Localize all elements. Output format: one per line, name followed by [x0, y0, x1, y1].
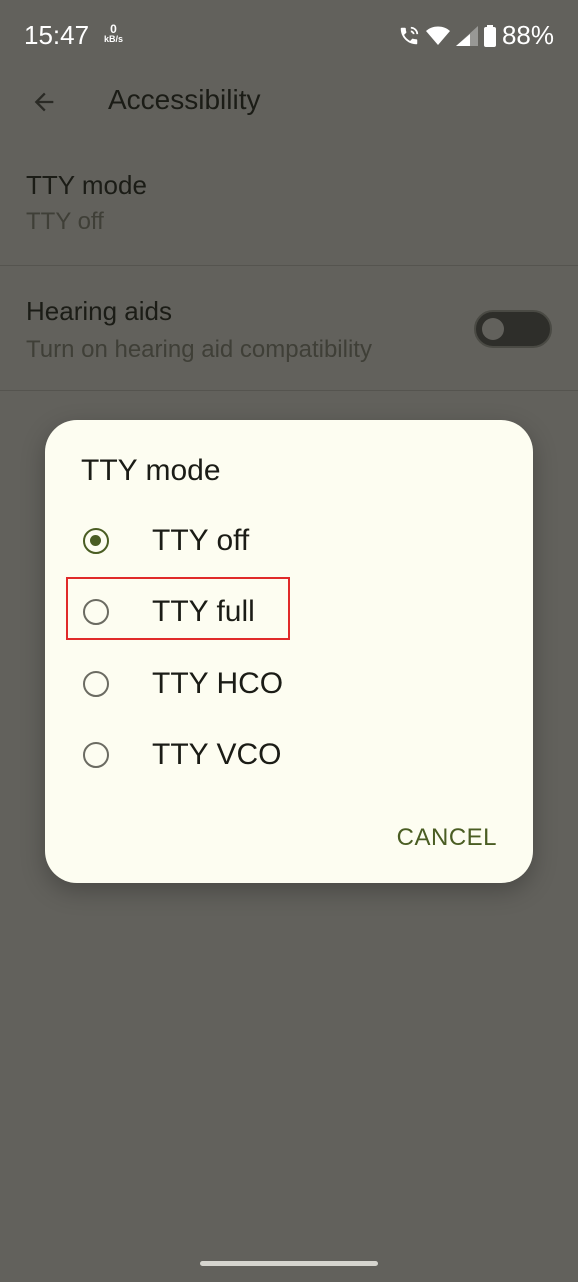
- radio-button-checked[interactable]: [83, 528, 109, 554]
- dialog-title: TTY mode: [81, 454, 221, 487]
- radio-button[interactable]: [83, 742, 109, 768]
- app-bar: Accessibility: [0, 70, 578, 134]
- network-speed-value: 0: [110, 22, 117, 36]
- status-time: 15:47: [24, 20, 90, 50]
- gesture-nav-handle[interactable]: [200, 1261, 378, 1266]
- back-button[interactable]: [26, 84, 62, 120]
- battery-percent: 88%: [501, 20, 554, 50]
- option-tty-off[interactable]: TTY off: [45, 510, 533, 574]
- page-title: Accessibility: [108, 84, 261, 115]
- option-label: TTY VCO: [152, 738, 282, 771]
- cancel-button[interactable]: CANCEL: [397, 824, 497, 852]
- status-bar: 15:47 0 kB/s 88%: [0, 0, 578, 70]
- option-label: TTY HCO: [152, 667, 284, 700]
- tty-mode-setting[interactable]: TTY mode TTY off: [0, 150, 578, 265]
- arrow-back-icon: [34, 92, 54, 112]
- wifi-icon: [425, 26, 450, 46]
- battery-icon: [483, 24, 496, 47]
- cellular-signal-icon: [455, 25, 478, 46]
- network-speed: 0 kB/s: [104, 22, 124, 44]
- option-tty-vco[interactable]: TTY VCO: [45, 724, 533, 788]
- wifi-calling-icon: [398, 25, 420, 47]
- divider: [0, 390, 578, 391]
- option-tty-hco[interactable]: TTY HCO: [45, 653, 533, 717]
- tty-mode-summary: TTY off: [26, 208, 104, 235]
- tty-mode-title: TTY mode: [26, 170, 147, 200]
- hearing-aids-summary: Turn on hearing aid compatibility: [26, 336, 372, 363]
- tty-mode-dialog: TTY mode TTY off TTY full TTY HCO TTY VC…: [45, 420, 533, 883]
- highlight-box: [66, 577, 290, 640]
- radio-button[interactable]: [83, 671, 109, 697]
- option-label: TTY off: [152, 524, 250, 557]
- hearing-aids-toggle[interactable]: [474, 310, 552, 348]
- toggle-knob: [482, 318, 504, 340]
- network-speed-unit: kB/s: [104, 34, 124, 44]
- hearing-aids-title: Hearing aids: [26, 296, 172, 326]
